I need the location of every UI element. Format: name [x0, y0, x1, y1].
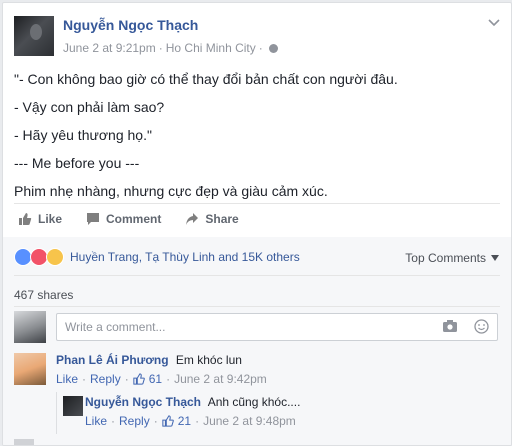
comment-time[interactable]: June 2 at 9:42pm [174, 372, 267, 386]
reply-meta: Like · Reply · 21 · June 2 at 9:48pm [85, 414, 296, 428]
reply-comment: Nguyễn Ngọc Thạch Anh cũng khóc.... [85, 395, 300, 409]
comment-input[interactable]: Write a comment... [56, 313, 498, 341]
reply-reply-button[interactable]: Reply [119, 414, 150, 428]
divider [14, 275, 500, 276]
comment-reply-button[interactable]: Reply [90, 372, 121, 386]
reply-time[interactable]: June 2 at 9:48pm [203, 414, 296, 428]
thumbs-up-icon [162, 415, 174, 427]
post-line: - Hãy yêu thương họ." [14, 127, 152, 143]
post-line: "- Con không bao giờ có thể thay đổi bản… [14, 71, 398, 87]
reply-author-name[interactable]: Nguyễn Ngọc Thạch [85, 395, 201, 409]
divider [14, 306, 500, 307]
emoji-icon[interactable] [474, 319, 489, 334]
reply-avatar[interactable] [63, 396, 83, 416]
shares-count[interactable]: 467 shares [14, 288, 73, 302]
meta-dot: · [124, 372, 129, 386]
meta-dot: · [111, 414, 116, 428]
current-user-avatar [14, 311, 46, 343]
meta-dot: · [195, 414, 200, 428]
post-actions: Like Comment Share [18, 212, 263, 226]
camera-icon[interactable] [443, 320, 457, 332]
comment-icon [87, 213, 100, 225]
globe-icon[interactable] [268, 43, 278, 53]
sad-reaction-icon [46, 248, 64, 266]
share-icon [186, 213, 199, 225]
thumbs-up-icon [133, 373, 145, 385]
author-name[interactable]: Nguyễn Ngọc Thạch [63, 17, 198, 33]
sort-comments-dropdown[interactable]: Top Comments [405, 251, 499, 265]
reply-text: Anh cũng khóc.... [207, 395, 301, 409]
reply-like-button[interactable]: Like [85, 414, 107, 428]
post-body: "- Con không bao giờ có thể thay đổi bản… [14, 65, 398, 205]
meta-separator: · [158, 41, 163, 55]
comment-placeholder: Write a comment... [65, 320, 166, 334]
comment-button[interactable]: Comment [86, 212, 161, 226]
reactions-text[interactable]: Huyền Trang, Tạ Thùy Linh and 15K others [70, 250, 300, 264]
post-card: Nguyễn Ngọc Thạch June 2 at 9:21pm · Ho … [2, 2, 512, 446]
post-line: --- Me before you --- [14, 155, 140, 171]
author-avatar[interactable] [14, 16, 54, 56]
meta-dot: · [82, 372, 87, 386]
chevron-down-icon [491, 255, 499, 261]
post-line: Phim nhẹ nhàng, nhưng cực đẹp và giàu cả… [14, 183, 328, 199]
like-label: Like [38, 212, 63, 226]
share-button[interactable]: Share [185, 212, 239, 226]
comment-like-count[interactable]: 61 [149, 372, 162, 386]
post-date[interactable]: June 2 at 9:21pm [63, 41, 156, 55]
chevron-down-icon[interactable] [487, 17, 501, 29]
divider [14, 203, 500, 204]
reply-thread-line [56, 392, 57, 434]
next-comment-avatar [14, 439, 34, 445]
post-location[interactable]: Ho Chi Minh City [166, 41, 256, 55]
reply-like-count[interactable]: 21 [178, 414, 191, 428]
comment-meta: Like · Reply · 61 · June 2 at 9:42pm [56, 372, 267, 386]
comment-like-button[interactable]: Like [56, 372, 78, 386]
like-button[interactable]: Like [18, 212, 62, 226]
sort-label: Top Comments [405, 251, 486, 265]
reactions-summary[interactable]: Huyền Trang, Tạ Thùy Linh and 15K others [14, 248, 300, 266]
post-meta: June 2 at 9:21pm · Ho Chi Minh City · [63, 41, 278, 55]
share-label: Share [205, 212, 239, 226]
comment-label: Comment [106, 212, 162, 226]
commenter-name[interactable]: Phan Lê Ái Phương [56, 353, 169, 367]
meta-separator-2: · [258, 41, 263, 55]
comment: Phan Lê Ái Phương Em khóc lun [56, 353, 242, 367]
commenter-avatar[interactable] [14, 353, 46, 385]
meta-dot: · [153, 414, 158, 428]
post-line: - Vậy con phải làm sao? [14, 99, 165, 115]
comment-text: Em khóc lun [175, 353, 242, 367]
meta-dot: · [166, 372, 171, 386]
thumbs-up-icon [19, 213, 32, 225]
